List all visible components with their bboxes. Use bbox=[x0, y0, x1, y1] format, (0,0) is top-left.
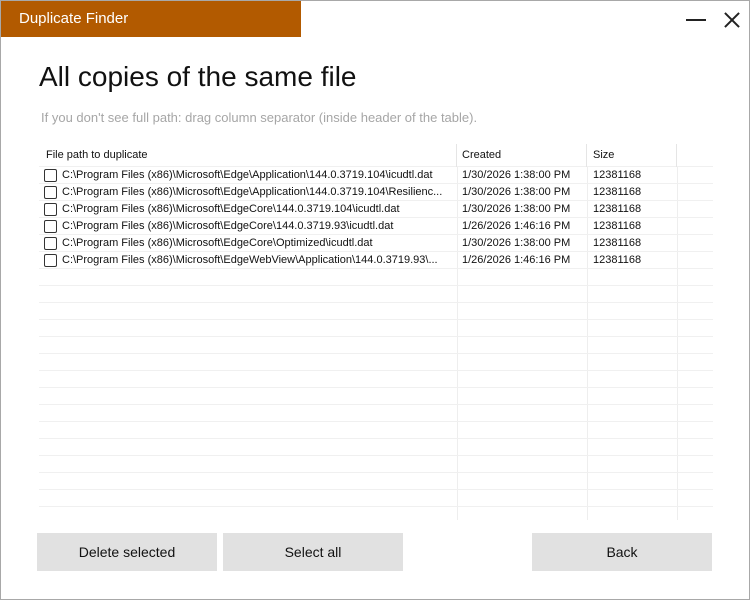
created-cell: 1/30/2026 1:38:00 PM bbox=[462, 203, 571, 215]
size-cell: 12381168 bbox=[593, 220, 642, 232]
size-cell: 12381168 bbox=[593, 169, 642, 181]
empty-row bbox=[39, 286, 713, 303]
empty-row bbox=[39, 473, 713, 490]
table-row[interactable]: C:\Program Files (x86)\Microsoft\Edge\Ap… bbox=[39, 167, 713, 184]
created-cell: 1/26/2026 1:46:16 PM bbox=[462, 220, 571, 232]
app-window: Duplicate Finder All copies of the same … bbox=[0, 0, 750, 600]
file-path-cell: C:\Program Files (x86)\Microsoft\EdgeCor… bbox=[62, 237, 373, 249]
minimize-icon bbox=[686, 19, 706, 21]
row-checkbox[interactable] bbox=[44, 254, 57, 267]
file-path-cell: C:\Program Files (x86)\Microsoft\EdgeCor… bbox=[62, 220, 394, 232]
empty-row bbox=[39, 405, 713, 422]
file-path-cell: C:\Program Files (x86)\Microsoft\Edge\Ap… bbox=[62, 169, 433, 181]
empty-row bbox=[39, 439, 713, 456]
size-cell: 12381168 bbox=[593, 237, 642, 249]
empty-row bbox=[39, 490, 713, 507]
empty-row bbox=[39, 371, 713, 388]
row-checkbox[interactable] bbox=[44, 237, 57, 250]
table-header: File path to duplicate Created Size bbox=[39, 144, 713, 167]
file-path-cell: C:\Program Files (x86)\Microsoft\Edge\Ap… bbox=[62, 186, 443, 198]
empty-row bbox=[39, 456, 713, 473]
table-row[interactable]: C:\Program Files (x86)\Microsoft\EdgeCor… bbox=[39, 201, 713, 218]
close-button[interactable] bbox=[715, 5, 749, 35]
created-cell: 1/30/2026 1:38:00 PM bbox=[462, 169, 571, 181]
select-all-button[interactable]: Select all bbox=[223, 533, 403, 571]
created-cell: 1/30/2026 1:38:00 PM bbox=[462, 237, 571, 249]
table-row[interactable]: C:\Program Files (x86)\Microsoft\Edge\Ap… bbox=[39, 184, 713, 201]
empty-row bbox=[39, 303, 713, 320]
column-header-path[interactable]: File path to duplicate bbox=[39, 144, 457, 167]
table-row[interactable]: C:\Program Files (x86)\Microsoft\EdgeCor… bbox=[39, 218, 713, 235]
size-cell: 12381168 bbox=[593, 254, 642, 266]
size-cell: 12381168 bbox=[593, 203, 642, 215]
close-icon bbox=[724, 12, 740, 28]
duplicates-table: File path to duplicate Created Size C:\P… bbox=[39, 144, 713, 520]
window-title: Duplicate Finder bbox=[1, 1, 301, 37]
empty-row bbox=[39, 422, 713, 439]
row-checkbox[interactable] bbox=[44, 220, 57, 233]
delete-selected-button[interactable]: Delete selected bbox=[37, 533, 217, 571]
empty-row bbox=[39, 388, 713, 405]
empty-row bbox=[39, 269, 713, 286]
table-body: C:\Program Files (x86)\Microsoft\Edge\Ap… bbox=[39, 167, 713, 507]
empty-row bbox=[39, 354, 713, 371]
file-path-cell: C:\Program Files (x86)\Microsoft\EdgeCor… bbox=[62, 203, 400, 215]
file-path-cell: C:\Program Files (x86)\Microsoft\EdgeWeb… bbox=[62, 254, 438, 266]
empty-row bbox=[39, 337, 713, 354]
empty-row bbox=[39, 320, 713, 337]
row-checkbox[interactable] bbox=[44, 203, 57, 216]
column-header-created[interactable]: Created bbox=[457, 144, 587, 167]
page-title: All copies of the same file bbox=[39, 61, 357, 92]
minimize-button[interactable] bbox=[679, 5, 713, 35]
back-button[interactable]: Back bbox=[532, 533, 712, 571]
created-cell: 1/30/2026 1:38:00 PM bbox=[462, 186, 571, 198]
row-checkbox[interactable] bbox=[44, 169, 57, 182]
row-checkbox[interactable] bbox=[44, 186, 57, 199]
table-row[interactable]: C:\Program Files (x86)\Microsoft\EdgeCor… bbox=[39, 235, 713, 252]
column-header-size[interactable]: Size bbox=[587, 144, 677, 167]
table-row[interactable]: C:\Program Files (x86)\Microsoft\EdgeWeb… bbox=[39, 252, 713, 269]
hint-text: If you don't see full path: drag column … bbox=[41, 110, 478, 125]
size-cell: 12381168 bbox=[593, 186, 642, 198]
created-cell: 1/26/2026 1:46:16 PM bbox=[462, 254, 571, 266]
